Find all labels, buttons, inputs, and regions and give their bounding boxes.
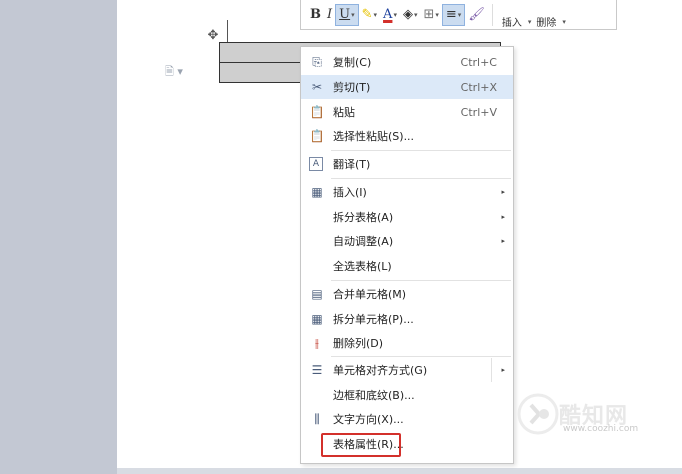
menu-item-label: 删除列(D) bbox=[333, 337, 384, 350]
menu-item-label: 拆分表格(A) bbox=[333, 211, 394, 224]
menu-item-text-direction[interactable]: ⫼ 文字方向(X)... bbox=[301, 407, 513, 431]
menu-item-delete-column[interactable]: ⫲ 删除列(D) bbox=[301, 331, 513, 355]
align-button[interactable]: ≡ ▾ bbox=[441, 3, 466, 26]
paragraph-layout-icon[interactable]: 🗎 ▾ bbox=[165, 63, 195, 79]
table-insert-icon: ▦ bbox=[311, 185, 323, 199]
status-strip bbox=[117, 468, 682, 474]
menu-item-label: 文字方向(X)... bbox=[333, 413, 404, 426]
menu-item-paste[interactable]: 📋 粘贴 Ctrl+V bbox=[301, 100, 513, 124]
menu-item-insert[interactable]: ▦ 插入(I) ▸ bbox=[301, 180, 513, 204]
align-icon: ≡ bbox=[445, 7, 457, 22]
highlighter-icon: ✎ bbox=[361, 7, 373, 22]
mini-format-toolbar: B I U ▾ ✎ ▾ A ▾ ◈ ▾ ⊞ ▾ ≡ ▾ 🖌 插入 ▾ 删除 ▾ bbox=[300, 0, 617, 30]
menu-split-divider bbox=[491, 358, 492, 382]
menu-item-split-table[interactable]: 拆分表格(A) ▸ bbox=[301, 205, 513, 229]
menu-item-label: 自动调整(A) bbox=[333, 235, 394, 248]
menu-item-label: 单元格对齐方式(G) bbox=[333, 364, 428, 377]
menu-item-label: 剪切(T) bbox=[333, 81, 371, 94]
split-cells-icon: ▦ bbox=[311, 312, 323, 326]
format-painter-button[interactable]: 🖌 bbox=[465, 4, 488, 26]
paste-icon: 📋 bbox=[309, 105, 325, 119]
toolbar-divider bbox=[491, 3, 493, 26]
copy-icon: ⎘ bbox=[312, 54, 322, 69]
cell-align-icon: ☰ bbox=[311, 363, 323, 377]
menu-item-paste-special[interactable]: 📋 选择性粘贴(S)... bbox=[301, 124, 513, 148]
menu-separator bbox=[331, 178, 511, 179]
menu-item-cut[interactable]: ✂ 剪切(T) Ctrl+X bbox=[301, 75, 513, 99]
chevron-down-icon[interactable]: ▾ bbox=[393, 11, 397, 19]
underline-label: U bbox=[339, 7, 351, 22]
menu-item-shortcut: Ctrl+X bbox=[460, 80, 497, 94]
chevron-down-icon[interactable]: ▾ bbox=[562, 18, 566, 26]
menu-separator bbox=[331, 356, 511, 357]
margin-marker bbox=[227, 20, 228, 43]
insert-button[interactable]: 插入 bbox=[502, 0, 522, 29]
font-color-button[interactable]: A ▾ bbox=[380, 4, 400, 26]
delete-label: 删除 bbox=[536, 18, 557, 29]
menu-item-label: 粘贴 bbox=[333, 106, 355, 119]
paste-special-icon: 📋 bbox=[309, 129, 325, 143]
borders-button[interactable]: ⊞ ▾ bbox=[420, 4, 441, 26]
bold-label: B bbox=[310, 7, 321, 22]
merge-cells-icon: ▤ bbox=[311, 287, 323, 301]
italic-label: I bbox=[327, 7, 333, 22]
chevron-down-icon[interactable]: ▾ bbox=[414, 11, 418, 19]
menu-item-merge-cells[interactable]: ▤ 合并单元格(M) bbox=[301, 282, 513, 306]
watermark-url: www.coozhi.com bbox=[563, 424, 639, 434]
insert-label: 插入 bbox=[501, 18, 522, 29]
submenu-arrow-icon: ▸ bbox=[501, 188, 505, 196]
menu-item-shortcut: Ctrl+C bbox=[460, 55, 497, 69]
menu-item-shortcut: Ctrl+V bbox=[460, 105, 497, 119]
menu-separator bbox=[331, 150, 511, 151]
delete-button[interactable]: 删除 bbox=[536, 0, 556, 29]
menu-item-label: 复制(C) bbox=[333, 56, 372, 69]
scissors-icon: ✂ bbox=[311, 80, 323, 94]
bold-button[interactable]: B bbox=[307, 4, 324, 26]
coozhi-logo-icon bbox=[517, 393, 559, 435]
menu-item-translate[interactable]: A 翻译(T) bbox=[301, 152, 513, 176]
chevron-down-icon[interactable]: ▾ bbox=[528, 18, 532, 26]
menu-item-label: 选择性粘贴(S)... bbox=[333, 130, 415, 143]
menu-item-label: 拆分单元格(P)... bbox=[333, 313, 414, 326]
chevron-down-icon[interactable]: ▾ bbox=[435, 11, 439, 19]
italic-button[interactable]: I bbox=[324, 4, 335, 26]
submenu-arrow-icon: ▸ bbox=[501, 213, 505, 221]
menu-item-label: 全选表格(L) bbox=[333, 260, 392, 273]
menu-item-label: 插入(I) bbox=[333, 186, 367, 199]
submenu-arrow-icon: ▸ bbox=[501, 237, 505, 245]
highlight-button[interactable]: ✎ ▾ bbox=[359, 4, 380, 26]
menu-item-autofit[interactable]: 自动调整(A) ▸ bbox=[301, 229, 513, 253]
borders-icon: ⊞ bbox=[423, 7, 435, 22]
menu-item-label: 翻译(T) bbox=[333, 158, 371, 171]
document-left-gutter bbox=[0, 0, 117, 474]
menu-item-label: 合并单元格(M) bbox=[333, 288, 407, 301]
underline-button[interactable]: U ▾ bbox=[335, 3, 359, 26]
chevron-down-icon[interactable]: ▾ bbox=[351, 11, 355, 19]
menu-item-split-cells[interactable]: ▦ 拆分单元格(P)... bbox=[301, 307, 513, 331]
menu-item-borders-shading[interactable]: 边框和底纹(B)... bbox=[301, 383, 513, 407]
chevron-down-icon[interactable]: ▾ bbox=[374, 11, 378, 19]
table-properties-highlight bbox=[321, 433, 401, 457]
menu-item-label: 边框和底纹(B)... bbox=[333, 389, 415, 402]
menu-item-cell-alignment[interactable]: ☰ 单元格对齐方式(G) ▸ bbox=[301, 358, 513, 382]
context-menu: ⎘ 复制(C) Ctrl+C ✂ 剪切(T) Ctrl+X 📋 粘贴 Ctrl+… bbox=[300, 46, 514, 464]
submenu-arrow-icon: ▸ bbox=[501, 366, 505, 374]
format-painter-icon: 🖌 bbox=[468, 7, 485, 22]
menu-separator bbox=[331, 280, 511, 281]
shading-button[interactable]: ◈ ▾ bbox=[400, 4, 421, 26]
menu-item-copy[interactable]: ⎘ 复制(C) Ctrl+C bbox=[301, 50, 513, 74]
chevron-down-icon[interactable]: ▾ bbox=[458, 11, 462, 19]
text-direction-icon: ⫼ bbox=[314, 411, 320, 426]
translate-icon: A bbox=[309, 157, 323, 171]
paint-bucket-icon: ◈ bbox=[402, 7, 413, 22]
menu-item-select-table[interactable]: 全选表格(L) bbox=[301, 254, 513, 278]
delete-column-icon: ⫲ bbox=[315, 335, 319, 350]
font-color-label: A bbox=[383, 7, 393, 22]
